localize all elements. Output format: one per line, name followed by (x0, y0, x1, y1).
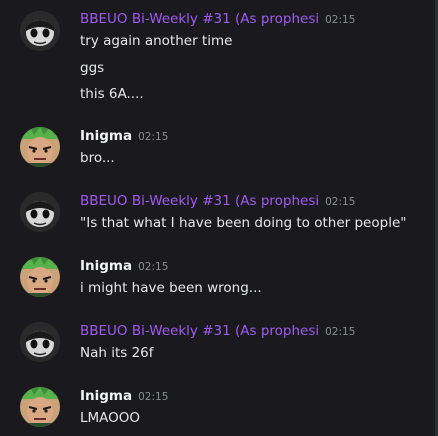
username[interactable]: BBEUO Bi-Weekly #31 (As prophesi (80, 11, 319, 27)
timestamp: 02:15 (138, 261, 169, 273)
username[interactable]: Inigma (80, 258, 132, 274)
green-haired-character-avatar[interactable] (20, 127, 60, 167)
username[interactable]: BBEUO Bi-Weekly #31 (As prophesi (80, 193, 319, 209)
masked-character-avatar[interactable] (20, 11, 60, 51)
chat-message-list: BBEUO Bi-Weekly #31 (As prophesi 02:15 tr… (0, 0, 438, 436)
timestamp: 02:15 (325, 196, 356, 208)
username[interactable]: BBEUO Bi-Weekly #31 (As prophesi (80, 323, 319, 339)
masked-character-avatar[interactable] (20, 322, 60, 362)
username[interactable]: Inigma (80, 128, 132, 144)
message-text: this 6A.... (80, 86, 144, 102)
message-text: i might have been wrong... (80, 280, 262, 296)
message-text: LMAOOO (80, 410, 141, 426)
green-haired-character-avatar[interactable] (20, 257, 60, 297)
message-text: bro... (80, 150, 115, 166)
message-text: ggs (80, 60, 105, 76)
timestamp: 02:15 (325, 326, 356, 338)
username[interactable]: Inigma (80, 388, 132, 404)
message-text: "Is that what I have been doing to other… (80, 215, 407, 231)
green-haired-character-avatar[interactable] (20, 387, 60, 427)
timestamp: 02:15 (138, 131, 169, 143)
timestamp: 02:15 (138, 391, 169, 403)
message-text: Nah its 26f (80, 345, 154, 361)
message-text: try again another time (80, 33, 233, 49)
masked-character-avatar[interactable] (20, 192, 60, 232)
timestamp: 02:15 (325, 14, 356, 26)
